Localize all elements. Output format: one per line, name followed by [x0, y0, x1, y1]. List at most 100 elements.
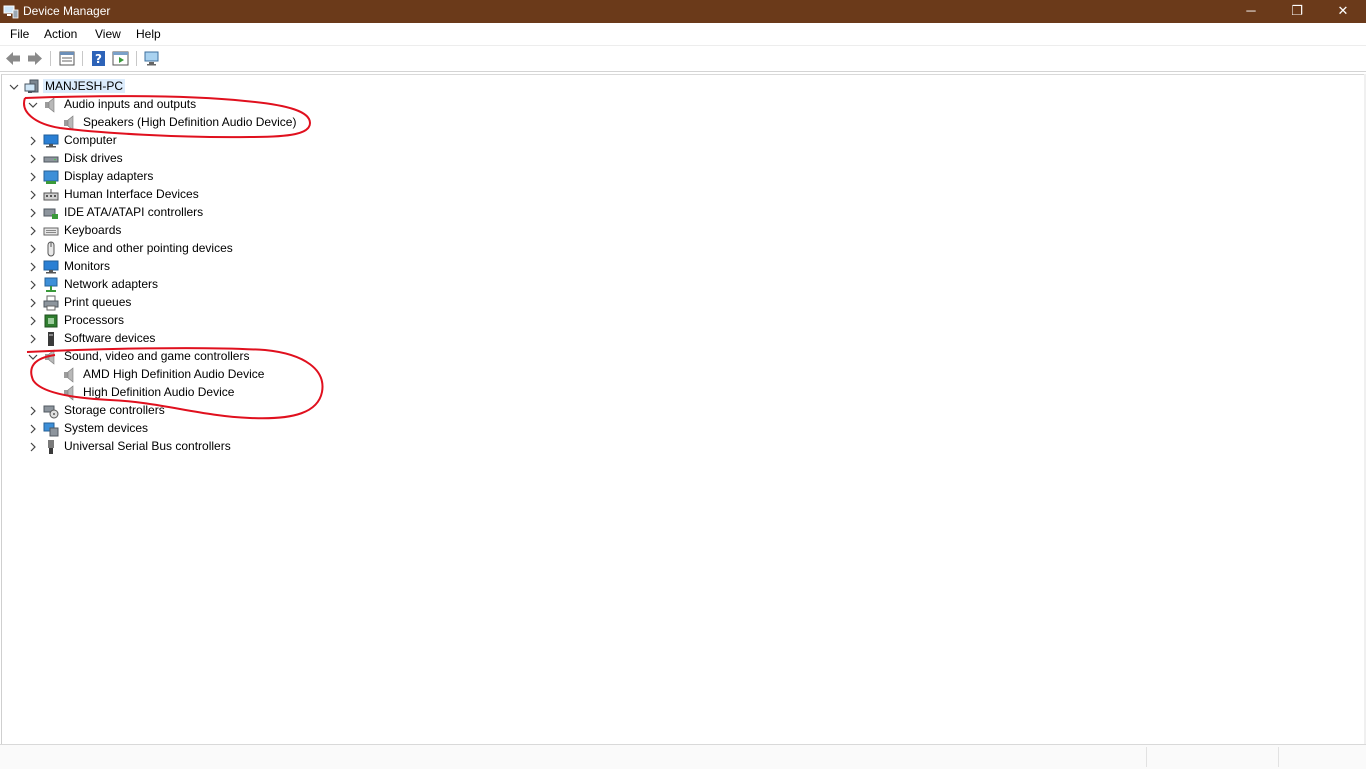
expand-chevron-icon[interactable]	[27, 240, 39, 258]
status-bar	[0, 744, 1366, 769]
tree-category[interactable]: Disk drives	[2, 150, 302, 168]
speaker-icon	[45, 349, 55, 365]
category-label: Keyboards	[64, 223, 122, 237]
menu-help[interactable]: Help	[136, 27, 161, 41]
back-arrow-icon[interactable]	[4, 50, 22, 67]
expand-chevron-icon[interactable]	[27, 402, 39, 420]
toolbar: ?	[0, 45, 1366, 72]
category-label: Disk drives	[64, 151, 123, 165]
status-divider	[1146, 747, 1147, 767]
tree-category[interactable]: Universal Serial Bus controllers	[2, 438, 302, 456]
tree-category[interactable]: Print queues	[2, 294, 302, 312]
maximize-button[interactable]: ❐	[1274, 0, 1320, 23]
mouse-icon	[47, 241, 55, 257]
category-label: Sound, video and game controllers	[64, 349, 250, 363]
expand-chevron-icon[interactable]	[27, 294, 39, 312]
usb-icon	[48, 440, 54, 454]
scan-hardware-icon[interactable]	[143, 50, 161, 67]
tree-category[interactable]: Keyboards	[2, 222, 302, 240]
tree-category[interactable]: Human Interface Devices	[2, 186, 302, 204]
collapse-chevron-icon[interactable]	[8, 78, 20, 96]
tree-category[interactable]: Storage controllers	[2, 402, 302, 420]
toolbar-separator	[50, 51, 51, 66]
display-adapter-icon	[43, 170, 59, 184]
category-label: Processors	[64, 313, 125, 327]
speaker-icon	[45, 97, 55, 113]
tree-device[interactable]: High Definition Audio Device	[2, 384, 302, 402]
toolbar-separator	[82, 51, 83, 66]
category-label: Display adapters	[64, 169, 154, 183]
monitor-icon	[43, 260, 59, 274]
tree-category[interactable]: Software devices	[2, 330, 302, 348]
tree-device[interactable]: AMD High Definition Audio Device	[2, 366, 302, 384]
ide-controller-icon	[43, 208, 58, 219]
software-device-icon	[48, 332, 54, 346]
minimize-button[interactable]: ─	[1228, 0, 1274, 23]
category-label: System devices	[64, 421, 149, 435]
tree-root[interactable]: MANJESH-PC	[2, 78, 202, 96]
expand-chevron-icon[interactable]	[27, 330, 39, 348]
expand-chevron-icon[interactable]	[27, 204, 39, 222]
expand-chevron-icon[interactable]	[27, 222, 39, 240]
category-label: Software devices	[64, 331, 156, 345]
hid-icon	[43, 189, 59, 201]
menu-action[interactable]: Action	[44, 27, 77, 41]
device-label: Speakers (High Definition Audio Device)	[83, 115, 297, 129]
printer-icon	[43, 295, 59, 311]
category-label: Universal Serial Bus controllers	[64, 439, 231, 453]
toolbar-separator	[136, 51, 137, 66]
menu-view[interactable]: View	[95, 27, 121, 41]
category-label: IDE ATA/ATAPI controllers	[64, 205, 204, 219]
speaker-icon	[64, 115, 74, 131]
speaker-icon	[64, 367, 74, 383]
tree-category[interactable]: IDE ATA/ATAPI controllers	[2, 204, 302, 222]
title-bar: Device Manager ─ ❐ ✕	[0, 0, 1366, 23]
expand-chevron-icon[interactable]	[27, 168, 39, 186]
tree-category[interactable]: Mice and other pointing devices	[2, 240, 302, 258]
tree-category[interactable]: Computer	[2, 132, 302, 150]
tree-category[interactable]: Sound, video and game controllers	[2, 348, 302, 366]
tree-category[interactable]: Network adapters	[2, 276, 302, 294]
speaker-icon	[64, 385, 74, 401]
computer-icon	[43, 134, 59, 148]
category-label: Storage controllers	[64, 403, 165, 417]
expand-chevron-icon[interactable]	[27, 132, 39, 150]
tree-category[interactable]: Monitors	[2, 258, 302, 276]
device-label: High Definition Audio Device	[83, 385, 235, 399]
root-label: MANJESH-PC	[43, 79, 126, 93]
tree-category[interactable]: Processors	[2, 312, 302, 330]
window-title: Device Manager	[23, 4, 111, 18]
category-label: Monitors	[64, 259, 111, 273]
expand-chevron-icon[interactable]	[27, 150, 39, 168]
expand-chevron-icon[interactable]	[27, 276, 39, 294]
computer-root-icon	[24, 79, 39, 93]
properties-icon[interactable]	[58, 50, 76, 67]
status-divider	[1278, 747, 1279, 767]
collapse-chevron-icon[interactable]	[27, 96, 39, 114]
category-label: Computer	[64, 133, 117, 147]
storage-icon	[43, 405, 59, 419]
run-icon[interactable]	[112, 50, 130, 67]
forward-arrow-icon[interactable]	[26, 50, 44, 67]
menu-file[interactable]: File	[10, 27, 29, 41]
expand-chevron-icon[interactable]	[27, 438, 39, 456]
category-label: Human Interface Devices	[64, 187, 199, 201]
processor-icon	[44, 314, 58, 328]
menu-bar: File Action View Help	[0, 23, 1366, 44]
device-tree: MANJESH-PC Audio inputs and outputs Speak…	[1, 74, 1365, 745]
collapse-chevron-icon[interactable]	[27, 348, 39, 366]
keyboard-icon	[43, 227, 59, 236]
close-button[interactable]: ✕	[1320, 0, 1366, 23]
expand-chevron-icon[interactable]	[27, 312, 39, 330]
tree-category[interactable]: System devices	[2, 420, 302, 438]
help-icon[interactable]: ?	[90, 50, 108, 67]
category-label: Mice and other pointing devices	[64, 241, 233, 255]
category-label: Print queues	[64, 295, 132, 309]
device-manager-icon	[3, 5, 19, 19]
tree-device[interactable]: Speakers (High Definition Audio Device)	[2, 114, 302, 132]
tree-category[interactable]: Display adapters	[2, 168, 302, 186]
tree-category[interactable]: Audio inputs and outputs	[2, 96, 302, 114]
expand-chevron-icon[interactable]	[27, 420, 39, 438]
expand-chevron-icon[interactable]	[27, 258, 39, 276]
expand-chevron-icon[interactable]	[27, 186, 39, 204]
